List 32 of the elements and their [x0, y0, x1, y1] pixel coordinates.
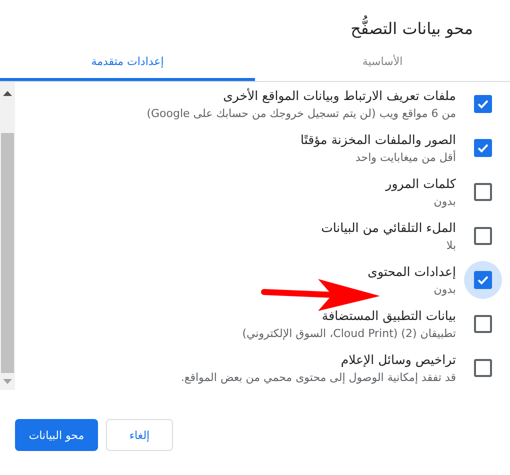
item-title: الصور والملفات المخزنة مؤقتًا	[300, 130, 456, 148]
item-title: كلمات المرور	[386, 174, 456, 192]
item-title: ملفات تعريف الارتباط وبيانات المواقع الأخرى	[222, 86, 456, 104]
checkmark-icon	[477, 98, 489, 110]
item-subtitle: تطبيقان (2) (Cloud Print، السوق الإلكتروني)	[242, 326, 456, 342]
checkbox[interactable]	[474, 139, 492, 157]
item-subtitle: بدون	[432, 194, 456, 210]
checkmark-icon	[477, 142, 489, 154]
checkbox[interactable]	[474, 315, 492, 333]
item-title: تراخيص وسائل الإعلام	[340, 350, 456, 368]
dialog-title: محو بيانات التصفُّح	[0, 0, 510, 45]
item-subtitle: أقل من ميغابايت واحد	[354, 149, 456, 166]
item-title: بيانات التطبيق المستضافة	[320, 306, 456, 324]
tab[interactable]: إعدادات متقدمة	[0, 45, 255, 81]
checkmark-icon	[477, 274, 489, 286]
clear-data-button[interactable]: محو البيانات	[15, 419, 98, 451]
tab[interactable]: الأساسية	[255, 45, 510, 81]
item-subtitle: بلا	[445, 238, 456, 254]
scrollbar[interactable]	[0, 82, 15, 390]
checkbox[interactable]	[474, 95, 492, 113]
scrollbar-thumb[interactable]	[1, 133, 14, 373]
checkbox[interactable]	[474, 359, 492, 377]
item-subtitle: من 6 مواقع ويب (لن يتم تسجيل خروجك من حسابك على Google)	[146, 106, 456, 122]
checkbox[interactable]	[474, 271, 492, 289]
cancel-button[interactable]: إلغاء	[106, 419, 173, 451]
checkbox[interactable]	[474, 227, 492, 245]
item-title: إعدادات المحتوى	[368, 262, 456, 280]
item-subtitle: بدون	[432, 282, 456, 298]
item-subtitle: قد تفقد إمكانية الوصول إلى محتوى محمي من بعض المواقع.	[180, 370, 456, 386]
scroll-up-icon[interactable]	[3, 91, 12, 97]
item-title: الملء التلقائي من البيانات	[321, 218, 456, 236]
checkbox[interactable]	[474, 183, 492, 201]
